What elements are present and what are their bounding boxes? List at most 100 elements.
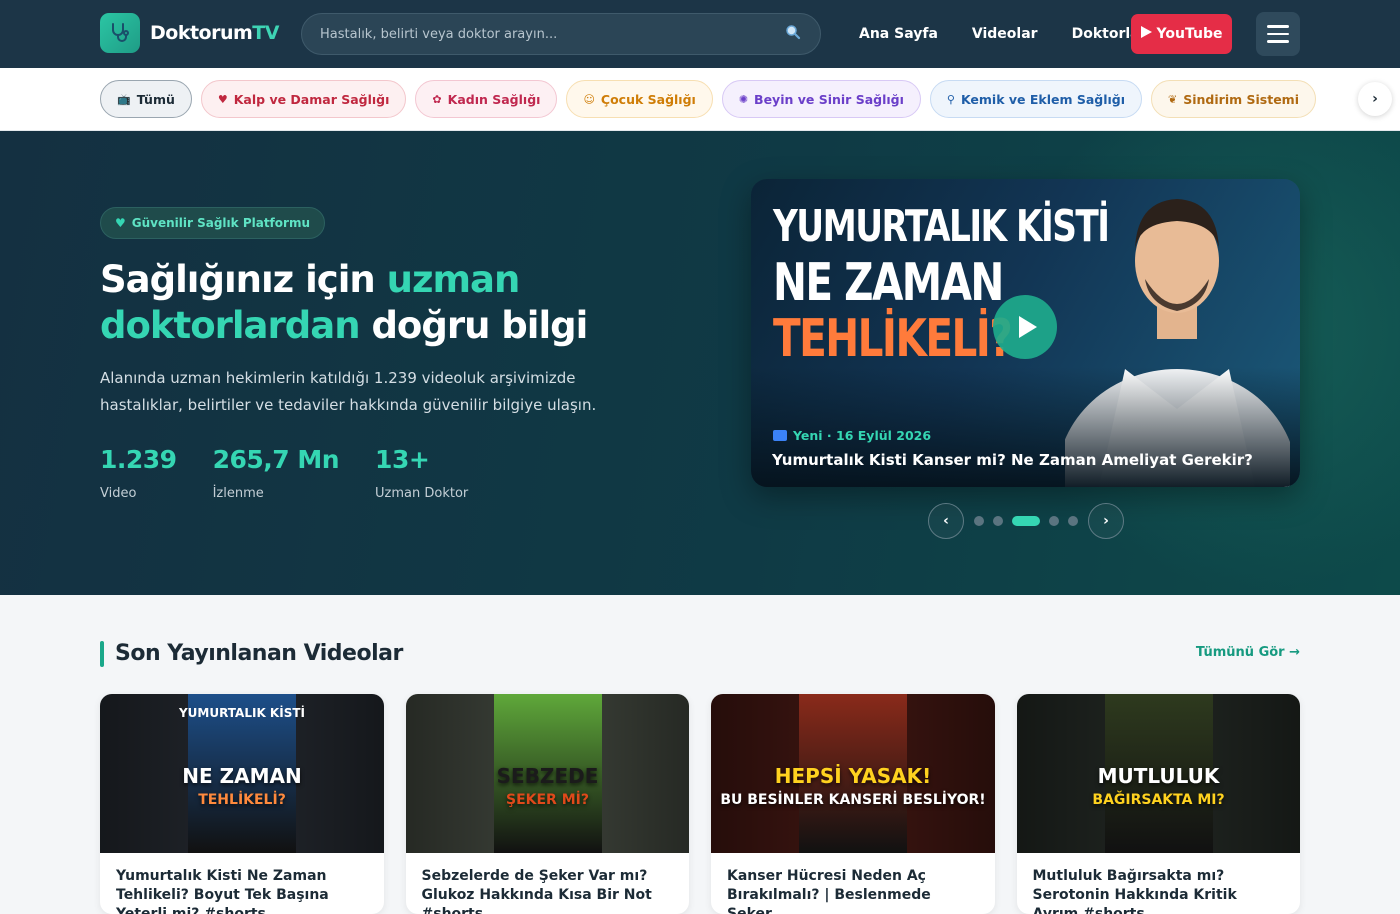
section-title: Son Yayınlanan Videolar xyxy=(115,641,403,666)
category-chip[interactable]: ✺ Beyin ve Sinir Sağlığı xyxy=(721,80,921,118)
hero-title-part1: Sağlığınız için xyxy=(100,258,387,301)
see-all-link[interactable]: Tümünü Gör → xyxy=(1196,645,1300,660)
category-chip[interactable]: ⚲ Kemik ve Eklem Sağlığı xyxy=(929,80,1143,118)
thumbnail-sub-text: BU BESİNLER KANSERİ BESLİYOR! xyxy=(720,792,986,808)
category-chip-label: Çocuk Sağlığı xyxy=(600,91,696,107)
menu-line xyxy=(1267,40,1289,43)
carousel-dots xyxy=(974,516,1078,526)
youtube-button[interactable]: YouTube xyxy=(1131,14,1232,54)
heart-icon: ♥ xyxy=(217,92,228,106)
search-icon[interactable] xyxy=(784,23,802,45)
top-header: DoktorumTV Ana Sayfa Videolar Doktorlar … xyxy=(0,0,1400,68)
search-input[interactable] xyxy=(320,26,784,42)
featured-meta-text: Yeni · 16 Eylül 2026 xyxy=(793,428,932,443)
flower-icon: ✿ xyxy=(432,92,442,106)
thumbnail-top-text: YUMURTALIK KİSTİ xyxy=(178,706,305,720)
latest-videos-header: Son Yayınlanan Videolar Tümünü Gör → xyxy=(100,641,1300,669)
video-title[interactable]: Sebzelerde de Şeker Var mı? Glukoz Hakkı… xyxy=(406,853,690,914)
logo-main: Doktorum xyxy=(150,22,253,44)
featured-thumb-text: YUMURTALIK KİSTİ NE ZAMAN TEHLİKELİ? xyxy=(773,199,1110,369)
video-thumbnail[interactable]: HEPSİ YASAK! BU BESİNLER KANSERİ BESLİYOR… xyxy=(711,694,995,853)
category-chip-label: Kalp ve Damar Sağlığı xyxy=(233,91,390,107)
hamburger-menu-button[interactable] xyxy=(1256,12,1300,56)
logo-tv: TV xyxy=(252,22,279,44)
hero-description: Alanında uzman hekimlerin katıldığı 1.23… xyxy=(100,369,597,414)
thumb-line3: TEHLİKELİ? xyxy=(773,309,1013,369)
heart-icon: ♥ xyxy=(115,216,126,230)
video-title[interactable]: Kanser Hücresi Neden Aç Bırakılmalı? | B… xyxy=(711,853,995,914)
hero-stats: 1.239 Video 265,7 Mn İzlenme 13+ Uzman D… xyxy=(100,445,468,501)
bone-icon: ⚲ xyxy=(946,92,955,106)
stat-label: Uzman Doktor xyxy=(375,486,469,501)
carousel-next-button[interactable]: › xyxy=(1088,503,1124,539)
main-nav: Ana Sayfa Videolar Doktorlar xyxy=(842,13,1164,55)
video-card[interactable]: YUMURTALIK KİSTİ NE ZAMAN TEHLİKELİ? Yumurt… xyxy=(100,694,384,914)
stat-views: 265,7 Mn İzlenme xyxy=(212,445,340,501)
stat-value: 265,7 Mn xyxy=(212,445,340,474)
category-chip[interactable]: ♥ Kalp ve Damar Sağlığı xyxy=(200,80,407,118)
category-chips: 📺 Tümü ♥ Kalp ve Damar Sağlığı ✿ Kadın Sağlığ… xyxy=(100,80,1320,118)
chevron-left-icon: ‹ xyxy=(943,513,949,529)
featured-shade xyxy=(751,367,1300,487)
stethoscope-icon xyxy=(100,13,140,53)
category-chip[interactable]: ✿ Kadın Sağlığı xyxy=(415,80,558,118)
nav-videos[interactable]: Videolar xyxy=(955,26,1055,42)
category-chip-label: Tümü xyxy=(136,91,175,107)
category-chip[interactable]: ☺ Çocuk Sağlığı xyxy=(566,80,713,118)
thumbnail-sub-text: BAĞIRSAKTA MI? xyxy=(1092,792,1225,808)
featured-title: Yumurtalık Kisti Kanser mi? Ne Zaman Ame… xyxy=(772,451,1253,469)
new-icon xyxy=(773,430,787,441)
carousel-prev-button[interactable]: ‹ xyxy=(928,503,964,539)
video-card[interactable]: SEBZEDE ŞEKER Mİ? Sebzelerde de Şeker Var … xyxy=(405,694,690,914)
baby-icon: ☺ xyxy=(583,92,595,106)
video-card[interactable]: HEPSİ YASAK! BU BESİNLER KANSERİ BESLİYOR… xyxy=(711,694,995,914)
play-icon xyxy=(1140,26,1152,42)
video-title[interactable]: Mutluluk Bağırsakta mı? Serotonin Hakkın… xyxy=(1017,853,1301,914)
thumb-line1: YUMURTALIK KİSTİ xyxy=(773,201,1110,252)
search-bar xyxy=(301,13,821,55)
carousel-dot[interactable] xyxy=(993,516,1003,526)
carousel-dot[interactable] xyxy=(1049,516,1059,526)
category-chip-label: Sindirim Sistemi xyxy=(1183,91,1299,107)
thumb-line2: NE ZAMAN xyxy=(773,253,1004,313)
video-thumbnail[interactable]: YUMURTALIK KİSTİ NE ZAMAN TEHLİKELİ? xyxy=(100,694,384,853)
trust-badge-label: Güvenilir Sağlık Platformu xyxy=(131,216,310,230)
trust-badge: ♥ Güvenilir Sağlık Platformu xyxy=(100,207,325,239)
thumbnail-main-text: MUTLULUK xyxy=(1097,764,1220,788)
play-button[interactable] xyxy=(993,295,1057,359)
category-chip-label: Kemik ve Eklem Sağlığı xyxy=(960,91,1126,107)
nav-home[interactable]: Ana Sayfa xyxy=(842,26,955,42)
hero-title-part2: doğru bilgi xyxy=(359,304,588,347)
stat-videos: 1.239 Video xyxy=(100,445,177,501)
chevron-right-icon: › xyxy=(1103,513,1109,529)
carousel-dot[interactable] xyxy=(1012,516,1040,526)
chevron-right-icon[interactable]: › xyxy=(1358,82,1392,116)
video-title[interactable]: Yumurtalık Kisti Ne Zaman Tehlikeli? Boy… xyxy=(100,853,384,914)
carousel-dot[interactable] xyxy=(974,516,984,526)
menu-line xyxy=(1267,32,1289,36)
brain-icon: ✺ xyxy=(738,92,749,106)
thumbnail-main-text: HEPSİ YASAK! xyxy=(774,764,932,788)
category-chip[interactable]: 📺 Tümü xyxy=(100,80,192,118)
stat-value: 13+ xyxy=(375,445,430,474)
stat-value: 1.239 xyxy=(100,445,177,474)
play-icon xyxy=(1018,316,1037,338)
hero-section: ♥ Güvenilir Sağlık Platformu Sağlığınız … xyxy=(0,131,1400,595)
logo[interactable]: DoktorumTV xyxy=(100,13,279,53)
featured-video[interactable]: YUMURTALIK KİSTİ NE ZAMAN TEHLİKELİ? Yen… xyxy=(751,179,1300,487)
featured-meta: Yeni · 16 Eylül 2026 xyxy=(773,428,931,443)
category-bar: 📺 Tümü ♥ Kalp ve Damar Sağlığı ✿ Kadın Sağlığ… xyxy=(0,68,1400,131)
category-chip[interactable]: ❦ Sindirim Sistemi xyxy=(1151,80,1316,118)
carousel-dot[interactable] xyxy=(1068,516,1078,526)
stat-label: Video xyxy=(100,486,137,501)
youtube-label: YouTube xyxy=(1156,26,1223,42)
menu-line xyxy=(1267,25,1289,28)
video-thumbnail[interactable]: SEBZEDE ŞEKER Mİ? xyxy=(405,694,689,853)
video-card[interactable]: MUTLULUK BAĞIRSAKTA MI? Mutluluk Bağırsakt… xyxy=(1016,694,1301,914)
video-cards: YUMURTALIK KİSTİ NE ZAMAN TEHLİKELİ? Yumurt… xyxy=(100,694,1300,914)
thumbnail-sub-text: ŞEKER Mİ? xyxy=(506,792,589,808)
thumbnail-sub-text: TEHLİKELİ? xyxy=(198,792,286,808)
video-thumbnail[interactable]: MUTLULUK BAĞIRSAKTA MI? xyxy=(1016,694,1300,853)
category-chip-label: Kadın Sağlığı xyxy=(447,91,541,107)
section-accent-bar xyxy=(100,641,104,667)
